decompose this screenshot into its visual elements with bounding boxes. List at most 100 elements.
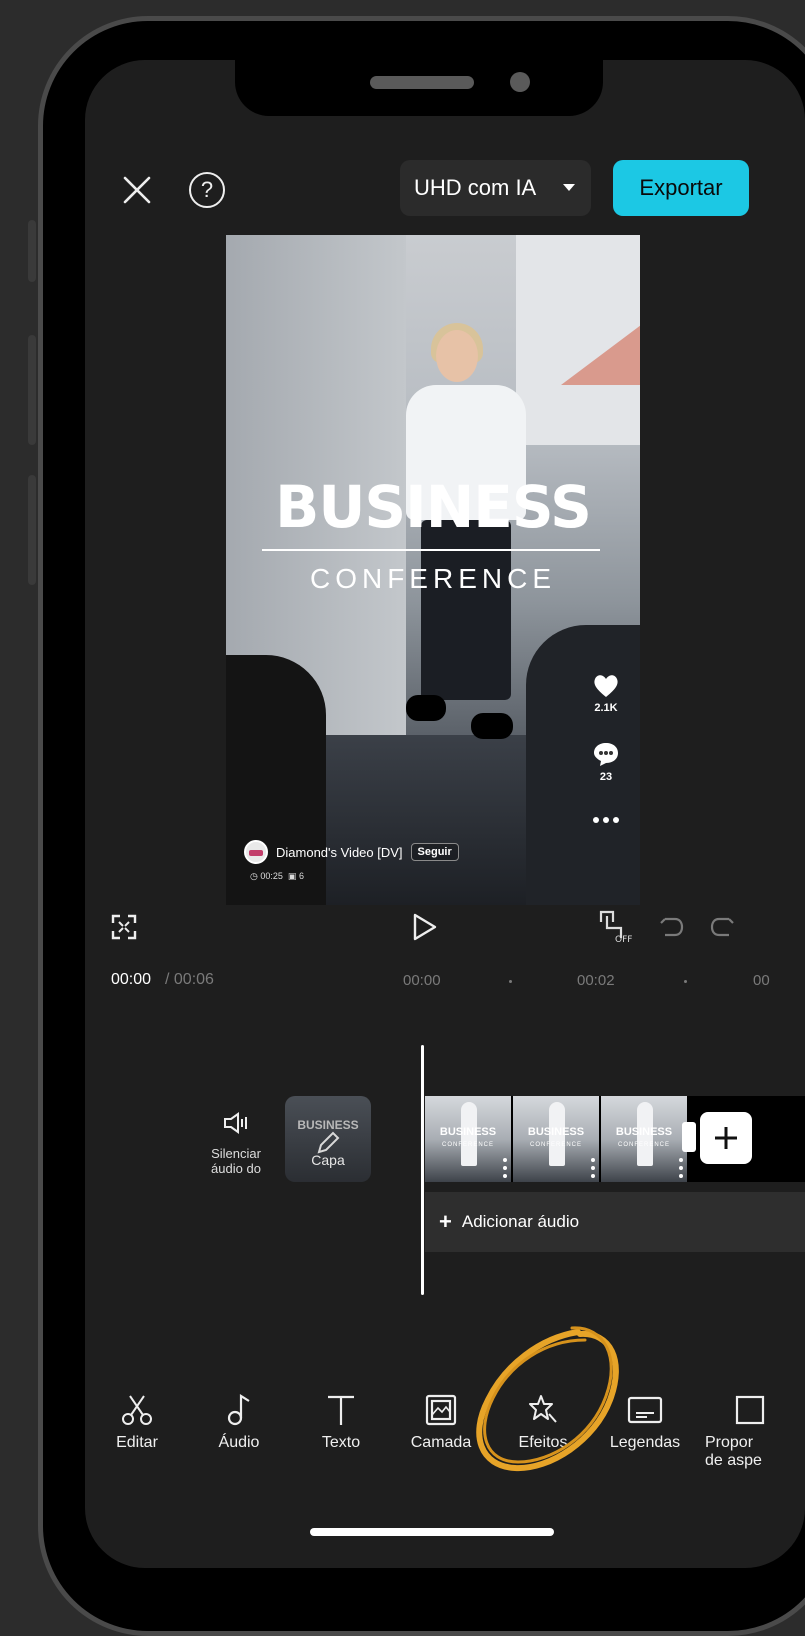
fullscreen-icon xyxy=(111,914,137,940)
earpiece xyxy=(370,76,474,89)
scissors-icon xyxy=(122,1395,152,1425)
add-audio-label: Adicionar áudio xyxy=(461,1212,580,1231)
preview-projection xyxy=(561,325,640,385)
tool-effects[interactable]: Efeitos xyxy=(495,1390,591,1452)
help-icon: ? xyxy=(200,177,214,202)
mute-audio-label: Silenciar áudio do xyxy=(191,1146,281,1176)
export-label: Exportar xyxy=(639,175,723,200)
overlay-subtitle: CONFERENCE xyxy=(309,563,556,594)
mute-audio-label-line: áudio do xyxy=(211,1161,261,1176)
tool-label: Propor de aspe xyxy=(699,1434,789,1470)
comment-icon xyxy=(594,743,618,766)
clip-frame-title: BUSINESS xyxy=(615,1126,673,1138)
tool-label: Efeitos xyxy=(518,1434,568,1451)
clips-icon: ▣ xyxy=(287,871,297,881)
clock-icon: ◷ xyxy=(250,871,258,881)
redo-button[interactable] xyxy=(707,912,737,942)
speaker-icon xyxy=(224,1112,247,1134)
tool-label: Legendas xyxy=(609,1434,681,1451)
comment-action: 23 xyxy=(586,740,626,783)
clip-frame-subtitle: CONFERENCE xyxy=(441,1142,494,1148)
add-clip-button[interactable] xyxy=(700,1112,752,1164)
text-icon xyxy=(328,1395,354,1425)
tool-label: Áudio xyxy=(218,1434,260,1451)
clip-transition-marker[interactable] xyxy=(503,1158,511,1178)
tool-label-line: Propor xyxy=(705,1434,754,1451)
plus-icon: + xyxy=(439,1209,452,1234)
tool-audio[interactable]: Áudio xyxy=(191,1390,287,1452)
mute-audio-button[interactable] xyxy=(221,1108,251,1138)
clip-frame-title: BUSINESS xyxy=(527,1126,585,1138)
cover-label: Capa xyxy=(311,1152,345,1168)
mute-audio-label-line: Silenciar xyxy=(211,1146,261,1161)
close-icon xyxy=(123,176,151,204)
redo-icon xyxy=(710,917,734,937)
fullscreen-button[interactable] xyxy=(109,912,139,942)
clip-frame-subtitle: CONFERENCE xyxy=(617,1142,670,1148)
phone-side-button xyxy=(28,220,36,282)
total-time: / 00:06 xyxy=(165,971,214,988)
undo-button[interactable] xyxy=(657,912,687,942)
quality-dropdown[interactable]: UHD com IA xyxy=(400,160,591,216)
home-indicator[interactable] xyxy=(310,1528,554,1536)
cover-button[interactable]: BUSINESS Capa xyxy=(285,1096,371,1182)
preview-shoe xyxy=(406,695,446,721)
clip-transition-marker[interactable] xyxy=(679,1158,687,1178)
preview-shoe xyxy=(471,713,513,739)
video-duration: 00:25 xyxy=(260,871,283,881)
help-button[interactable]: ? xyxy=(189,172,225,208)
preview-presenter-legs xyxy=(421,520,511,700)
notch xyxy=(235,60,603,116)
tool-text[interactable]: Texto xyxy=(293,1390,389,1452)
play-button[interactable] xyxy=(409,910,441,944)
tool-overlay[interactable]: Camada xyxy=(393,1390,489,1452)
like-action: 2.1K xyxy=(586,673,626,714)
video-meta: ◷ 00:25 ▣ 6 xyxy=(250,871,304,882)
preview-presenter-face xyxy=(436,330,478,382)
overlay-divider xyxy=(262,549,600,551)
add-audio-track[interactable]: + Adicionar áudio xyxy=(425,1192,805,1252)
undo-icon xyxy=(660,917,684,937)
export-button[interactable]: Exportar xyxy=(613,160,749,216)
tool-captions[interactable]: Legendas xyxy=(597,1390,693,1452)
more-action xyxy=(586,815,626,827)
clip-transition-marker[interactable] xyxy=(591,1158,599,1178)
tool-aspect-ratio[interactable]: Propor de aspe xyxy=(699,1390,789,1470)
heart-icon xyxy=(594,675,618,697)
tool-edit[interactable]: Editar xyxy=(89,1390,185,1452)
follow-tag: Seguir xyxy=(410,843,459,861)
clip-frame-title: BUSINESS xyxy=(439,1126,497,1138)
ruler-tick-label: 00 xyxy=(753,972,770,989)
clip-trim-handle[interactable] xyxy=(682,1122,696,1152)
keyframe-off-button[interactable]: OFF xyxy=(597,908,637,944)
author-avatar xyxy=(244,840,268,864)
playhead[interactable] xyxy=(421,1045,424,1295)
clip-frame-subtitle: CONFERENCE xyxy=(529,1142,582,1148)
tool-label: Camada xyxy=(410,1434,472,1451)
clip-frame: BUSINESS CONFERENCE xyxy=(601,1096,687,1182)
author-name: Diamond's Video [DV] xyxy=(276,844,403,860)
tool-label: Texto xyxy=(321,1434,361,1451)
comment-count: 23 xyxy=(599,771,613,783)
phone-side-button xyxy=(28,335,36,445)
ruler-dot xyxy=(684,980,687,983)
current-time: 00:00 xyxy=(111,971,152,988)
app-screen: ? UHD com IA Exportar BUSINESS CONFERENC… xyxy=(85,60,805,1568)
close-button[interactable] xyxy=(117,170,157,210)
clip-count: 6 xyxy=(298,871,304,881)
preview-audience xyxy=(226,655,326,905)
tool-label: Editar xyxy=(116,1434,158,1451)
svg-text:OFF: OFF xyxy=(615,935,632,944)
more-dots-icon xyxy=(593,817,619,823)
overlay-title: BUSINESS xyxy=(275,473,592,541)
keyframe-off-icon: OFF xyxy=(599,910,632,944)
play-icon xyxy=(413,913,437,941)
video-preview[interactable]: BUSINESS CONFERENCE 2.1K 23 Diamond's Vi… xyxy=(226,235,640,905)
author-row: Diamond's Video [DV] Seguir xyxy=(244,840,459,864)
ruler-dot xyxy=(509,980,512,983)
effects-star-icon xyxy=(529,1395,557,1423)
overlay-icon xyxy=(425,1394,457,1426)
plus-icon xyxy=(715,1127,737,1149)
ruler-tick-label: 00:02 xyxy=(577,972,615,989)
captions-icon xyxy=(627,1396,663,1424)
